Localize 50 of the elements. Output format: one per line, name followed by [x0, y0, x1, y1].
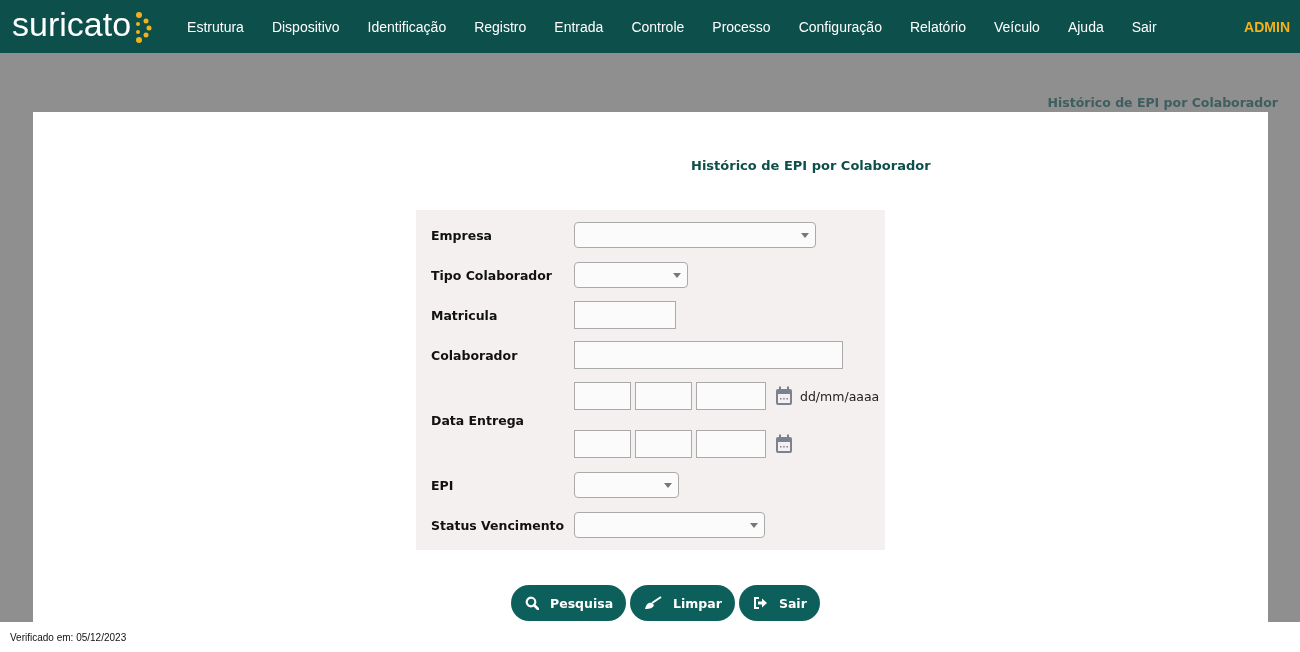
nav-menu-item[interactable]: Controle: [617, 12, 699, 41]
field-label: EPI: [431, 477, 455, 493]
field-label: Tipo Colaborador: [431, 267, 553, 283]
dropdown-field[interactable]: [574, 512, 765, 538]
dropdown-field[interactable]: [574, 222, 816, 248]
user-name: ADMIN: [1244, 18, 1290, 35]
dropdown-field[interactable]: [574, 262, 688, 288]
field-label: Status Vencimento: [431, 517, 566, 533]
nav-menu-item[interactable]: Dispositivo: [257, 12, 354, 41]
nav-menu-item[interactable]: Registro: [460, 12, 541, 41]
year-input-field[interactable]: [696, 430, 766, 458]
field-label: Data Entrega: [431, 412, 525, 428]
calendar-icon[interactable]: [775, 434, 793, 454]
day-input-field[interactable]: [574, 382, 631, 410]
nav-menu-item[interactable]: Entrada: [540, 12, 618, 41]
year-input-field[interactable]: [696, 382, 766, 410]
field-label: Empresa: [431, 227, 494, 243]
clear-button[interactable]: Limpar: [630, 585, 735, 621]
page-title: Histórico de EPI por Colaborador: [691, 157, 931, 175]
nav-menu-item[interactable]: Identificação: [353, 12, 461, 41]
field-label: Colaborador: [431, 347, 519, 363]
text-input-field[interactable]: [574, 341, 843, 369]
month-input-field[interactable]: [635, 382, 692, 410]
dots-logo-icon: [133, 9, 154, 44]
nav-menu-item[interactable]: Ajuda: [1053, 12, 1118, 41]
sign-out-icon: [752, 597, 768, 609]
month-input-field[interactable]: [635, 430, 692, 458]
verification-date: Verificado em: 05/12/2023: [10, 631, 127, 643]
logo-text: suricato: [12, 6, 132, 41]
calendar-icon[interactable]: [775, 386, 793, 406]
field-label: Matricula: [431, 307, 499, 323]
caret-icon: [801, 232, 809, 238]
page-breadcrumb: Histórico de EPI por Colaborador: [1047, 95, 1278, 111]
nav-menu-item[interactable]: Estrutura: [173, 12, 258, 41]
nav-menu-item[interactable]: Relatório: [895, 12, 980, 41]
search-icon: [525, 596, 539, 610]
nav-menu-item[interactable]: Veículo: [979, 12, 1054, 41]
exit-button[interactable]: Sair: [738, 585, 820, 621]
search-button[interactable]: Pesquisa: [511, 585, 627, 621]
nav-menu-item[interactable]: Sair: [1117, 12, 1171, 41]
caret-icon: [750, 522, 758, 528]
date-format-hint: dd/mm/aaaa: [800, 388, 880, 404]
day-input-field[interactable]: [574, 430, 631, 458]
nav-menu-item[interactable]: Configuração: [784, 12, 896, 41]
nav-menu-item[interactable]: Processo: [698, 12, 785, 41]
caret-icon: [664, 482, 672, 488]
dropdown-field[interactable]: [574, 472, 679, 498]
caret-icon: [673, 272, 681, 278]
text-input-field[interactable]: [574, 301, 676, 329]
broom-icon: [644, 596, 663, 610]
